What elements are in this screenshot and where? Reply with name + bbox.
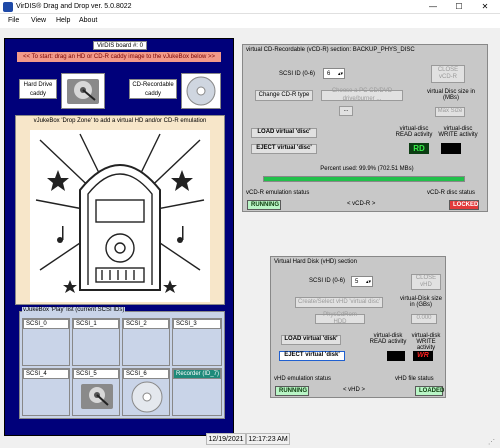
vhd-write-indicator: WR [413, 351, 433, 361]
minimize-button[interactable]: — [420, 0, 446, 14]
vhd-emu-status-label: vHD emulation status [274, 376, 332, 382]
close-button[interactable]: ✕ [472, 0, 498, 14]
vhd-file-status-label: vHD file status [395, 376, 434, 382]
vcdr-scsi-id-label: SCSI ID (0-6) [279, 71, 316, 77]
scsi-slot-3[interactable]: SCSI_3 [172, 318, 222, 366]
vhd-device-label: < vHD > [343, 387, 366, 393]
vhd-section: Virtual Hard Disk (vHD) section SCSI ID … [270, 256, 446, 398]
vcdr-size-label: virtual Disc size in (MBs) [426, 89, 475, 101]
status-time: 12:17:23 AM [246, 433, 290, 445]
app-icon [3, 2, 13, 12]
vcdr-section-title: virtual CD-Recordable (vCD-R) section: B… [246, 47, 415, 53]
spinner-arrows-icon: ▴▾ [365, 279, 371, 285]
eject-vhd-button[interactable]: EJECT virtual 'disk' [279, 351, 345, 361]
drop-zone[interactable]: vJukeBox 'Drop Zone' to add a virtual HD… [15, 115, 225, 305]
vhd-write-label: virtual-disk WRITE activity [411, 333, 441, 351]
playlist-panel: vJukeBox 'Play' list (current SCSI IDs) … [19, 307, 225, 419]
hd-caddy[interactable] [61, 73, 105, 109]
spinner-arrows-icon: ▴▾ [337, 71, 343, 77]
menu-help[interactable]: Help [56, 17, 70, 24]
drop-zone-label: vJukeBox 'Drop Zone' to add a virtual HD… [33, 118, 207, 124]
vhd-read-label: virtual-disk READ activity [369, 333, 407, 345]
create-vhd-button[interactable]: Create/Select vHD 'virtual disc' [295, 297, 383, 308]
vcdr-read-indicator: RD [409, 143, 429, 154]
vhd-scsi-id-label: SCSI ID (0-6) [309, 278, 346, 284]
scsi-slot-1[interactable]: SCSI_1 [72, 318, 120, 366]
board-label: VirDIS board #: 0 [93, 41, 147, 50]
jukebox-icon [35, 133, 205, 293]
vhd-emu-status: RUNNING [275, 386, 309, 396]
vcdr-scsi-id-spinner[interactable]: 6 ▴▾ [323, 68, 345, 79]
vcdr-max-size-button[interactable]: Max Size [435, 107, 465, 117]
scsi-slot-0[interactable]: SCSI_0 [22, 318, 70, 366]
window-title: VirDIS® Drag and Drop ver. 5.0.8022 [16, 3, 132, 10]
recorder-slot[interactable]: Recorder (ID_7) [172, 368, 222, 416]
resize-grip-icon[interactable]: ⋰ [488, 438, 495, 446]
playlist-label: vJukeBox 'Play' list (current SCSI IDs) [22, 307, 126, 313]
menu-file[interactable]: File [8, 17, 19, 24]
physical-hdd-button[interactable]: PhysCdRom HDD [315, 312, 365, 325]
jukebox-illustration [30, 130, 210, 302]
vcdr-section: virtual CD-Recordable (vCD-R) section: B… [242, 44, 488, 212]
status-date: 12/19/2021 [206, 433, 246, 445]
vhd-size-label: virtual-Disk size in (GBs) [399, 296, 442, 308]
menu-view[interactable]: View [31, 17, 46, 24]
scsi-slot-4[interactable]: SCSI_4 [22, 368, 70, 416]
change-cdr-type-button[interactable]: Change CD-R type [255, 90, 313, 101]
vcdr-read-label: virtual-disc READ activity [395, 126, 433, 138]
eject-vcdr-button[interactable]: EJECT virtual 'disc' [251, 144, 317, 154]
vhd-scsi-id-spinner[interactable]: 5 ▴▾ [351, 276, 373, 287]
cdr-caddy-label: CD-Recordable caddy [129, 79, 177, 99]
vcdr-emu-status: RUNNING [247, 200, 281, 210]
vcdr-write-label: virtual-disc WRITE activity [438, 126, 478, 138]
load-vcdr-button[interactable]: LOAD virtual 'disc' [251, 128, 317, 138]
choose-burner-button[interactable]: Choose a PC CD/DVD drive/burner ... [321, 88, 403, 102]
close-vcdr-button[interactable]: CLOSE vCD-R [431, 65, 465, 83]
cdr-caddy[interactable] [181, 73, 221, 109]
maximize-button[interactable]: ☐ [446, 0, 472, 14]
instruction-banner: << To start: drag an HD or CD-R caddy im… [17, 52, 221, 62]
vcdr-disc-status: LOCKED [449, 200, 479, 210]
vcdr-progress-fill [264, 177, 464, 181]
vcdr-write-indicator [441, 143, 461, 154]
vcdr-progress-bar [263, 176, 465, 182]
cd-icon [186, 76, 216, 106]
vhd-size-value: 0.000 [411, 314, 437, 324]
scsi-slot-5[interactable]: SCSI_5 [72, 368, 120, 416]
title-bar: VirDIS® Drag and Drop ver. 5.0.8022 — ☐ … [0, 0, 500, 14]
hd-caddy-label: Hard Drive caddy [19, 79, 57, 99]
hard-drive-icon [67, 79, 99, 104]
load-vhd-button[interactable]: LOAD virtual 'disk' [281, 335, 341, 345]
menu-bar: File View Help About [0, 14, 500, 28]
vcdr-extra-button[interactable]: ... [339, 106, 353, 116]
scsi-slot-2[interactable]: SCSI_2 [122, 318, 170, 366]
menu-about[interactable]: About [79, 17, 97, 24]
vhd-file-status: LOADED [415, 386, 444, 396]
vjukebox-panel: VirDIS board #: 0 << To start: drag an H… [4, 38, 234, 436]
vcdr-emu-status-label: vCD-R emulation status [246, 190, 310, 196]
vcdr-device-label: < vCD-R > [347, 201, 376, 207]
hard-drive-icon [81, 384, 113, 409]
scsi-slot-6[interactable]: SCSI_6 [122, 368, 170, 416]
cd-icon [131, 381, 163, 413]
vhd-read-indicator [387, 351, 405, 361]
vcdr-percent-used: Percent used: 99.9% (702.51 MBs) [320, 166, 414, 172]
vcdr-disc-status-label: vCD-R disc status [427, 190, 476, 196]
vhd-section-title: Virtual Hard Disk (vHD) section [274, 259, 357, 265]
close-vhd-button[interactable]: CLOSE vHD [411, 274, 441, 290]
